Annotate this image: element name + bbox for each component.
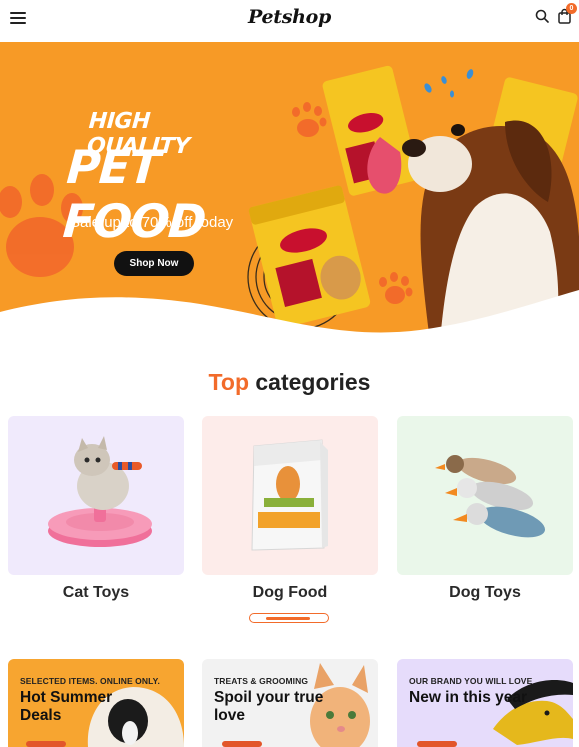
carousel-indicator[interactable] [249,613,329,623]
category-label-cat-toys[interactable]: Cat Toys [8,584,184,602]
category-card-dog-toys[interactable] [397,416,573,575]
dog-toys-image [435,455,546,538]
category-card-cat-toys[interactable] [8,416,184,575]
shop-now-button[interactable]: Shop Now [114,251,194,276]
promo-title: Spoil your true love [214,689,324,724]
category-card-dog-food[interactable] [202,416,378,575]
site-header: Petshop 0 [0,0,579,42]
promo-tag: OUR BRAND YOU WILL LOVE [409,676,533,686]
dog-food-image [251,439,328,551]
promo-title: New in this year [409,689,528,706]
category-label-dog-food[interactable]: Dog Food [202,584,378,602]
hero-title: PET FOOD [61,140,207,248]
search-icon[interactable] [535,9,549,23]
promo-tag: TREATS & GROOMING [214,676,309,686]
promo-title: Hot Summer Deals [20,689,113,724]
promo-card-summer-deals[interactable]: SELECTED ITEMS. ONLINE ONLY. Hot Summer … [8,659,184,747]
cart-count-badge: 0 [566,3,577,14]
heading-accent: Top [208,369,249,395]
promo-card-grooming[interactable]: TREATS & GROOMING Spoil your true love [202,659,378,747]
site-logo[interactable]: Petshop [0,6,579,28]
hero-sale-text: Sale up to 70% off today [70,214,234,231]
heading-rest: categories [249,369,371,395]
category-label-dog-toys[interactable]: Dog Toys [397,584,573,602]
carousel-indicator-active [266,616,310,620]
top-categories-heading: Top categories [0,369,579,396]
cat-toys-image [48,436,152,547]
promo-card-new-brand[interactable]: OUR BRAND YOU WILL LOVE New in this year [397,659,573,747]
hero-banner: HIGH QUALITY PET FOOD Sale up to 70% off… [0,42,579,338]
promo-tag: SELECTED ITEMS. ONLINE ONLY. [20,676,160,686]
